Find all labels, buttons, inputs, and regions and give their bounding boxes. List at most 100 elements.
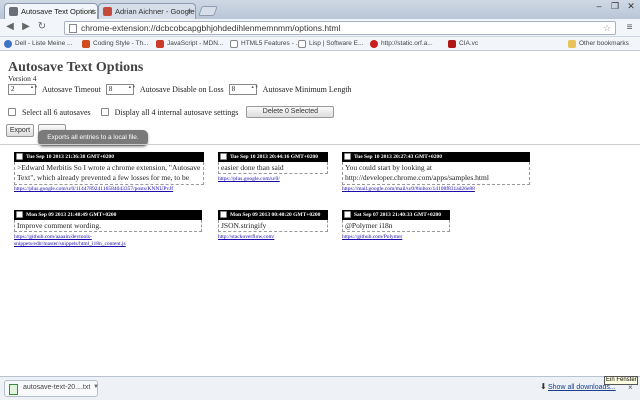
bookmark-item[interactable]: Lisp | Software E...	[298, 38, 363, 50]
entry-checkbox[interactable]	[16, 211, 23, 218]
bookmark-label: Coding Style - Th...	[93, 40, 149, 47]
entry-header: Tue Sep 10 2013 20:27:43 GMT+0200	[342, 152, 530, 162]
select-all-label: Select all 6 autosaves	[22, 107, 91, 117]
entry-url[interactable]: http://stackoverflow.com/	[218, 234, 328, 240]
entry-header: Sat Sep 07 2013 21:40:33 GMT+0200	[342, 210, 450, 220]
minimize-icon[interactable]: –	[592, 1, 606, 11]
system-tooltip: Ein Fenster s	[604, 376, 638, 385]
entry-checkbox[interactable]	[16, 153, 23, 160]
orf-icon	[370, 40, 378, 48]
bookmark-item[interactable]: Coding Style - Th...	[82, 38, 149, 50]
entry-url[interactable]: https://plus.google.com/u/0/	[218, 176, 328, 182]
tab-google-plus[interactable]: Adrian Aichner - Google ×	[98, 3, 196, 19]
min-length-input[interactable]: 8	[228, 84, 257, 95]
bookmark-label: HTML5 Features - ...	[241, 40, 301, 47]
entry-text[interactable]: @Polymer i18n	[342, 220, 450, 232]
tab-autosave-options[interactable]: Autosave Text Options ×	[4, 3, 98, 19]
browser-toolbar: ◀ ▶ ↻ chrome-extension://dcbcobcapgbhjoh…	[0, 19, 640, 37]
bookmark-label: Other bookmarks	[579, 40, 629, 47]
restore-icon[interactable]: ❐	[608, 1, 622, 12]
entry-checkbox[interactable]	[344, 153, 351, 160]
entry-text[interactable]: You could start by looking at http://dev…	[342, 162, 530, 185]
entry-text[interactable]: >Edward Merbitis So I wrote a chrome ext…	[14, 162, 204, 185]
bookmark-label: JavaScript - MDN...	[167, 40, 224, 47]
back-icon[interactable]: ◀	[4, 21, 16, 33]
select-all-checkbox[interactable]	[8, 108, 16, 116]
bookmark-label: Lisp | Software E...	[309, 40, 364, 47]
delete-selected-button[interactable]: Delete 0 Selected	[246, 106, 335, 118]
display-internal-label: Display all 4 internal autosave settings	[114, 107, 239, 117]
bookmark-label: Dell - Liste Meine ...	[15, 40, 73, 47]
entry-header: Mon Sep 09 2013 21:48:49 GMT+0200	[14, 210, 202, 220]
display-internal-checkbox[interactable]	[100, 108, 109, 116]
entry-header: Tue Sep 10 2013 21:36:38 GMT+0200	[14, 152, 204, 162]
address-bar[interactable]: chrome-extension://dcbcobcapgbhjohdedihl…	[64, 21, 616, 35]
entry-url[interactable]: https://mail.google.com/mail/u/0/#inbox/…	[342, 186, 530, 192]
bookmark-item[interactable]: http://static.orf.a...	[370, 38, 433, 50]
bookmark-item[interactable]: Dell - Liste Meine ...	[4, 38, 72, 50]
forward-icon[interactable]: ▶	[20, 21, 32, 33]
bookmark-item[interactable]: JavaScript - MDN...	[156, 38, 223, 50]
entry-text[interactable]: easier done than said	[218, 162, 328, 174]
extension-page-icon	[9, 7, 18, 16]
page-icon	[230, 40, 238, 48]
bookmark-label: CIA.vc	[459, 40, 479, 47]
entry-date: Tue Sep 10 2013 20:44:16 GMT+0200	[230, 154, 319, 160]
other-bookmarks[interactable]: Other bookmarks	[568, 38, 629, 50]
folder-icon	[568, 40, 576, 48]
timeout-label: Autosave Timeout	[42, 85, 101, 94]
bookmark-item[interactable]: CIA.vc	[448, 38, 478, 50]
download-file-name: autosave-text-20....txt	[23, 384, 91, 391]
google-plus-icon	[103, 7, 112, 16]
tab-label: Autosave Text Options	[21, 7, 96, 16]
bookmarks-bar: Dell - Liste Meine ... Coding Style - Th…	[0, 37, 640, 51]
settings-row: 2 Autosave Timeout 8 Autosave Disable on…	[8, 84, 355, 96]
entry-url[interactable]: https://github.com/aaaain/devtools-snipp…	[14, 234, 202, 248]
entry-date: Mon Sep 09 2013 00:40:20 GMT+0200	[230, 212, 321, 218]
entry-header: Tue Sep 10 2013 20:44:16 GMT+0200	[218, 152, 328, 162]
entry-checkbox[interactable]	[220, 153, 227, 160]
download-arrow-icon: ⬇	[540, 382, 547, 391]
entry-url[interactable]: https://github.com/Polymer	[342, 234, 450, 240]
bookmark-item[interactable]: HTML5 Features - ...	[230, 38, 301, 50]
tab-strip: Autosave Text Options × Adrian Aichner -…	[0, 0, 640, 19]
export-button[interactable]: Export	[6, 124, 34, 137]
min-length-label: Autosave Minimum Length	[262, 85, 352, 94]
close-window-icon[interactable]: ✕	[624, 1, 638, 12]
entry-text[interactable]: JSON.stringify	[218, 220, 328, 232]
selection-row: Select all 6 autosaves Display all 4 int…	[8, 106, 335, 118]
entry-checkbox[interactable]	[220, 211, 227, 218]
bookmark-favicon-icon	[82, 40, 90, 48]
entry-header: Mon Sep 09 2013 00:40:20 GMT+0200	[218, 210, 328, 220]
divider	[0, 144, 640, 145]
bookmark-star-icon[interactable]: ☆	[603, 22, 611, 34]
entry-checkbox[interactable]	[344, 211, 351, 218]
page-icon	[69, 24, 77, 33]
entry-date: Tue Sep 10 2013 20:27:43 GMT+0200	[354, 154, 443, 160]
options-page: Autosave Text Options Version 4 2 Autosa…	[0, 52, 640, 376]
tab-label: Adrian Aichner - Google	[115, 7, 195, 16]
bookmark-label: http://static.orf.a...	[381, 40, 433, 47]
mdn-icon	[156, 40, 164, 48]
dell-icon	[4, 40, 12, 48]
close-icon[interactable]: ×	[187, 4, 192, 19]
disable-on-loss-label: Autosave Disable on Loss	[139, 85, 224, 94]
wrench-icon[interactable]: ≡	[624, 22, 635, 33]
disable-on-loss-input[interactable]: 8	[105, 84, 134, 95]
entry-date: Mon Sep 09 2013 21:48:49 GMT+0200	[26, 212, 117, 218]
chevron-down-icon[interactable]: ▼	[93, 384, 99, 390]
download-shelf: autosave-text-20....txt ▼ ⬇ Show all dow…	[0, 376, 640, 400]
entry-date: Tue Sep 10 2013 21:36:38 GMT+0200	[26, 154, 115, 160]
entry-url[interactable]: https://plus.google.com/u/0/114478924116…	[14, 186, 204, 192]
close-icon[interactable]: ×	[89, 4, 94, 19]
timeout-input[interactable]: 2	[8, 84, 36, 95]
text-file-icon	[9, 384, 18, 395]
new-tab-button[interactable]	[198, 6, 218, 16]
reload-icon[interactable]: ↻	[36, 21, 48, 33]
version-text: Version 4	[8, 74, 37, 83]
show-all-downloads-link[interactable]: Show all downloads...	[548, 384, 616, 391]
entry-date: Sat Sep 07 2013 21:40:33 GMT+0200	[354, 212, 442, 218]
download-item[interactable]: autosave-text-20....txt ▼	[4, 380, 99, 397]
entry-text[interactable]: Improve comment wording.	[14, 220, 202, 232]
cia-icon	[448, 40, 456, 48]
